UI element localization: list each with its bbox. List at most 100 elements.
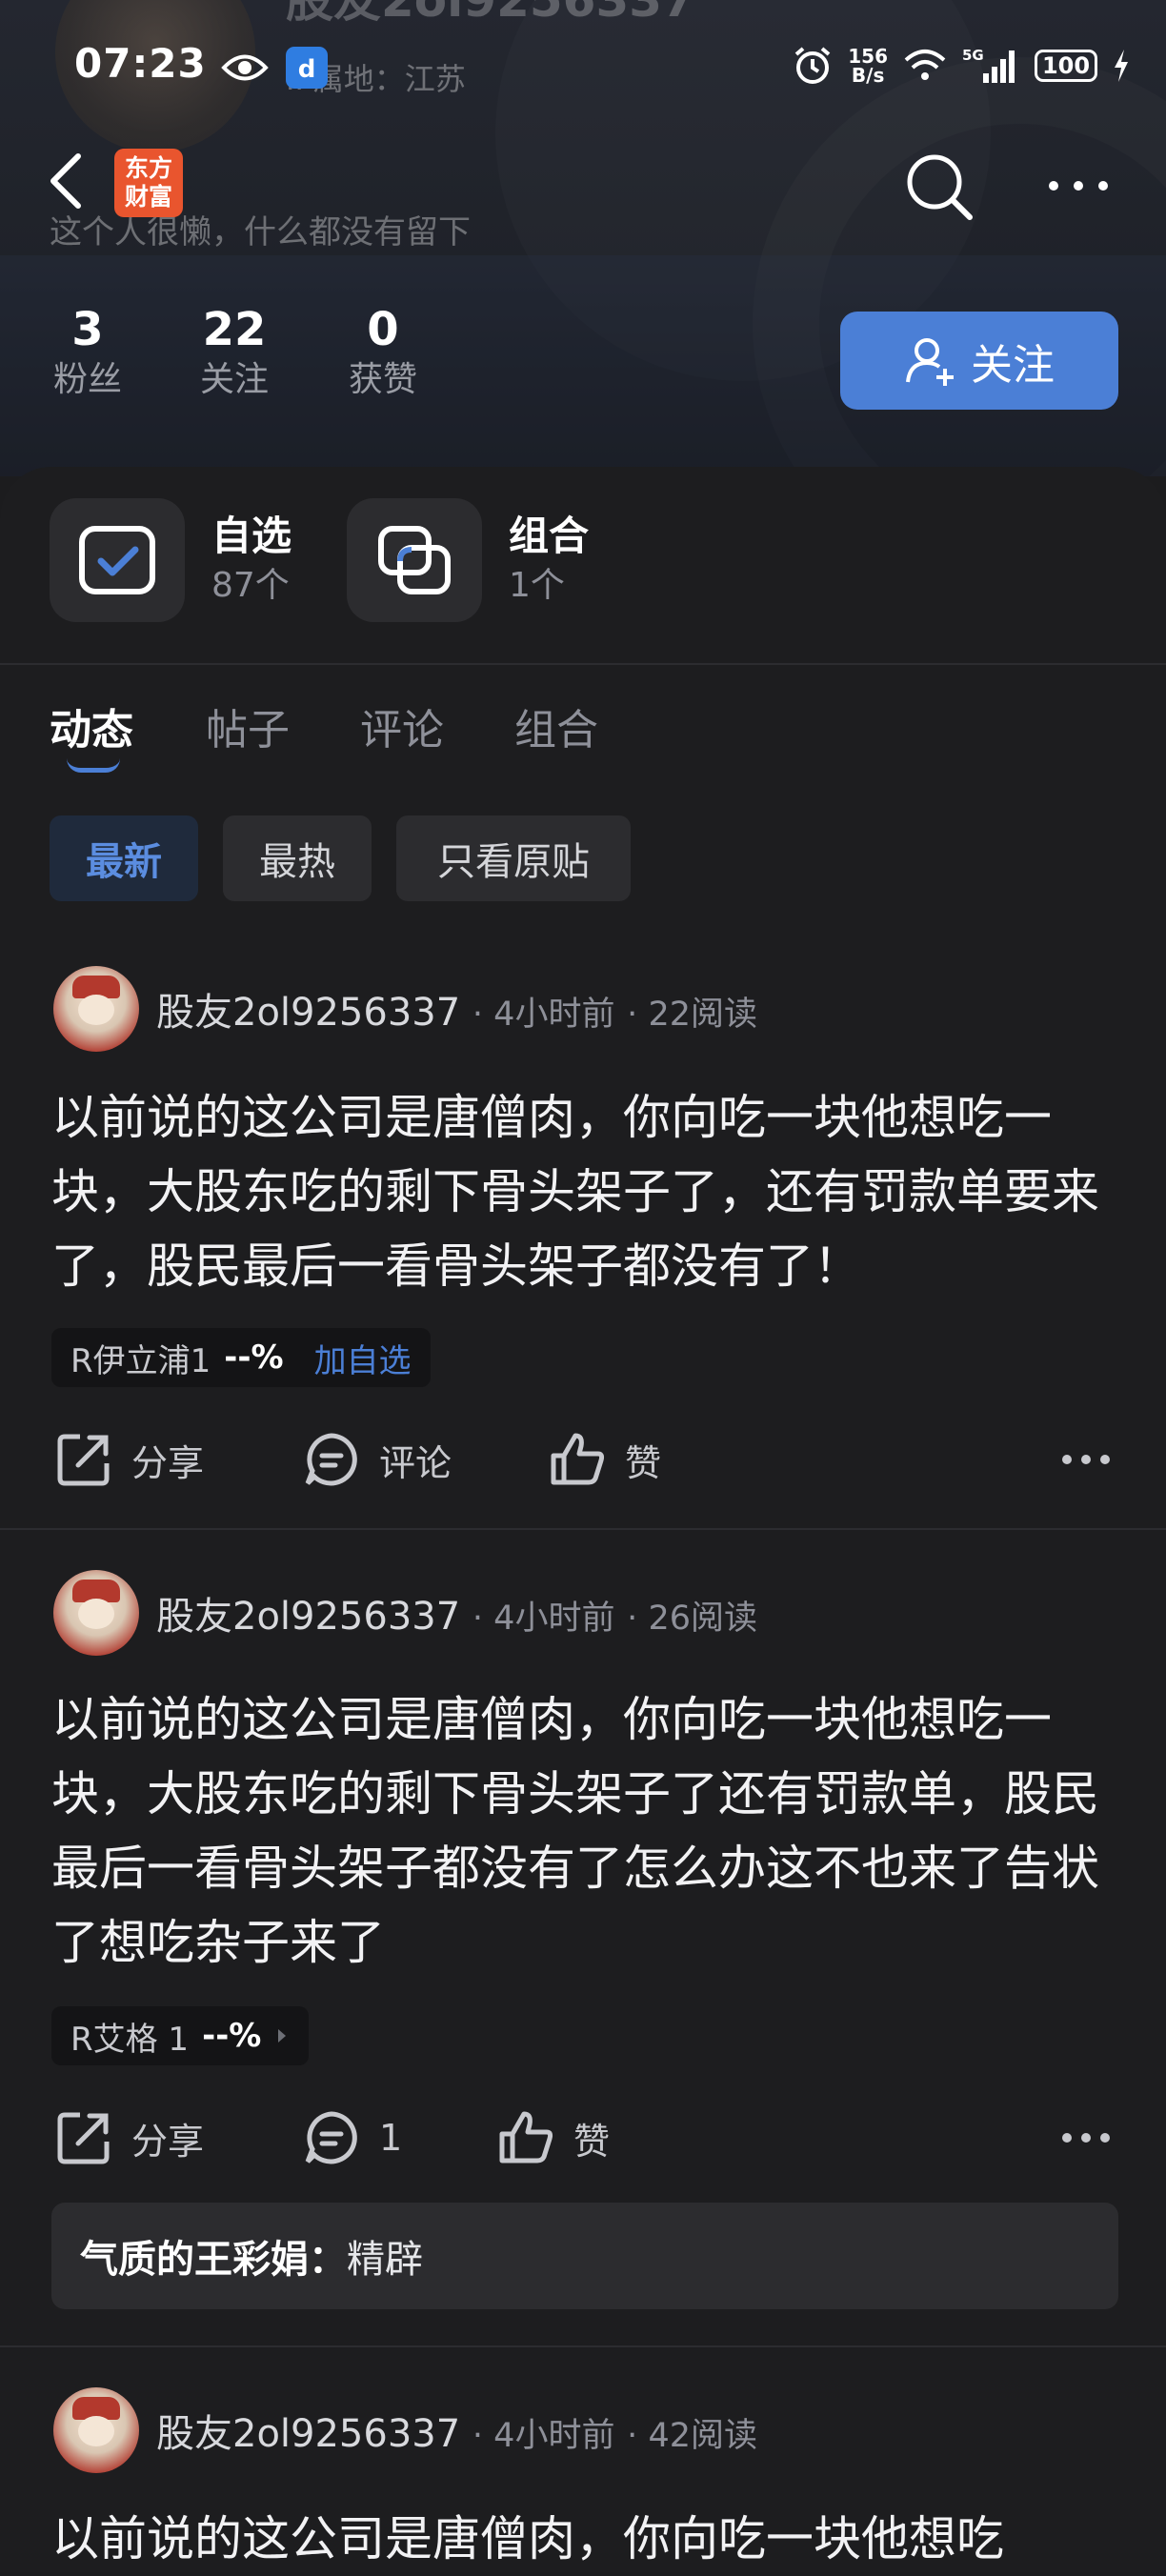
stat-following-label: 关注	[199, 360, 269, 399]
comment-author[interactable]: 气质的王彩娟：	[80, 2228, 347, 2284]
thumbs-up-icon	[499, 2111, 553, 2163]
share-button[interactable]: 分享	[55, 2109, 204, 2166]
post-author-avatar[interactable]	[53, 2387, 139, 2473]
follow-button-label: 关注	[971, 340, 1055, 390]
filter-original-only[interactable]: 只看原贴	[396, 815, 631, 901]
post-body[interactable]: 以前说的这公司是唐僧肉，你向吃一块他想吃一块，大股东吃的剩下骨头架子了还有罚款单…	[51, 1682, 1118, 1980]
comment-button[interactable]: 1	[303, 2109, 402, 2166]
stock-tag[interactable]: R艾格 1 --%	[51, 2006, 310, 2065]
stock-tag[interactable]: R伊立浦1 --% 加自选	[51, 1328, 431, 1387]
post-meta: 股友2ol9256337 · 4小时前 · 42阅读	[156, 2412, 757, 2456]
share-icon	[57, 2112, 110, 2164]
app-logo-line1: 东方	[124, 154, 172, 182]
more-options-icon[interactable]	[1061, 1450, 1111, 1469]
stat-fans-label: 粉丝	[52, 360, 122, 399]
cellular-signal-icon: 5G	[962, 47, 1015, 83]
portfolio-icon	[378, 526, 451, 594]
stock-change: --%	[224, 1338, 284, 1377]
post-time: 4小时前	[493, 2417, 615, 2455]
stat-fans[interactable]: 3 粉丝	[50, 301, 126, 402]
alarm-icon	[794, 47, 831, 84]
quick-portfolio[interactable]: 组合 1个	[347, 495, 589, 625]
post-author-avatar[interactable]	[53, 1570, 139, 1656]
post-author-name[interactable]: 股友2ol9256337	[156, 991, 460, 1035]
tab-comments[interactable]: 评论	[360, 695, 444, 756]
post-author-name[interactable]: 股友2ol9256337	[156, 1595, 460, 1639]
post-body[interactable]: 以前说的这公司是唐僧肉，你向吃一块他想吃	[51, 2502, 1118, 2576]
quick-watchlist[interactable]: 自选 87个	[50, 495, 292, 625]
stat-fans-value: 3	[71, 303, 104, 356]
comment-preview[interactable]: 气质的王彩娟： 精辟	[51, 2203, 1118, 2309]
net-speed-value: 156	[848, 45, 888, 68]
tab-active-indicator	[67, 758, 120, 773]
charging-icon	[1115, 50, 1128, 82]
watchlist-title: 自选	[211, 513, 292, 559]
chevron-right-icon	[278, 2029, 287, 2043]
network-type: 5G	[962, 47, 984, 64]
stat-following-value: 22	[202, 303, 267, 356]
post-time: 4小时前	[493, 1600, 615, 1638]
tab-activity[interactable]: 动态	[50, 695, 133, 756]
stock-change: --%	[202, 2017, 262, 2055]
post-reads: 42阅读	[648, 2417, 757, 2455]
app-logo-line2: 财富	[124, 183, 172, 211]
avatar-face	[78, 1599, 114, 1629]
like-button[interactable]: 赞	[497, 2109, 610, 2166]
post-time: 4小时前	[493, 996, 615, 1034]
tab-portfolio[interactable]: 组合	[514, 695, 598, 756]
filter-hottest[interactable]: 最热	[223, 815, 372, 901]
watchlist-count: 87个	[211, 566, 290, 605]
app-logo: 东方 财富	[114, 149, 183, 217]
post-author-avatar[interactable]	[53, 966, 139, 1052]
comment-button[interactable]: 评论	[303, 1431, 452, 1488]
filter-latest[interactable]: 最新	[50, 815, 198, 901]
portfolio-count: 1个	[509, 566, 565, 605]
stock-name: R伊立浦1	[70, 1341, 211, 1380]
eye-icon	[221, 54, 269, 81]
search-icon[interactable]	[903, 151, 975, 223]
comment-count: 1	[379, 2117, 403, 2159]
stat-likes-label: 获赞	[348, 360, 417, 399]
portfolio-title: 组合	[509, 513, 590, 559]
share-button[interactable]: 分享	[55, 1431, 204, 1488]
share-icon	[57, 1434, 110, 1486]
more-options-icon[interactable]	[1061, 2128, 1111, 2147]
post-meta: 股友2ol9256337 · 4小时前 · 22阅读	[156, 991, 757, 1035]
share-label: 分享	[131, 2120, 205, 2163]
wifi-icon	[904, 50, 946, 80]
add-user-icon	[906, 337, 954, 386]
share-label: 分享	[131, 1441, 205, 1484]
back-arrow-icon[interactable]	[44, 152, 91, 210]
divider	[0, 2345, 1166, 2347]
tab-posts[interactable]: 帖子	[206, 695, 290, 756]
profile-name: 股友2ol9256337	[286, 0, 695, 28]
more-options-icon[interactable]	[1042, 162, 1115, 210]
net-speed-unit: B/s	[851, 64, 885, 87]
comment-icon	[305, 1433, 357, 1486]
like-label: 赞	[625, 1441, 662, 1484]
add-watchlist-link[interactable]: 加自选	[314, 1335, 412, 1381]
battery-icon: 100	[1035, 50, 1097, 82]
profile-bio: 这个人很懒，什么都没有留下	[50, 213, 471, 252]
stat-following[interactable]: 22 关注	[196, 301, 272, 402]
profile-header: 股友2ol9256337 IP属地：江苏 这个人很懒，什么都没有留下 07:23…	[0, 0, 1166, 476]
svg-text:d: d	[298, 55, 316, 84]
net-speed: 156 B/s	[848, 47, 888, 85]
stock-name: R艾格 1	[70, 2020, 190, 2059]
status-right-icons: 156 B/s 5G 100	[793, 42, 1130, 90]
post-reads: 26阅读	[648, 1600, 757, 1638]
status-time: 07:23	[74, 40, 207, 87]
watchlist-icon-box	[50, 498, 185, 622]
post-reads: 22阅读	[648, 996, 757, 1034]
avatar-face	[78, 995, 114, 1025]
divider	[0, 663, 1166, 665]
like-button[interactable]: 赞	[549, 1431, 661, 1488]
post-meta: 股友2ol9256337 · 4小时前 · 26阅读	[156, 1595, 757, 1639]
stat-likes[interactable]: 0 获赞	[345, 301, 421, 402]
like-label: 赞	[573, 2120, 611, 2163]
post-body[interactable]: 以前说的这公司是唐僧肉，你向吃一块他想吃一块，大股东吃的剩下骨头架子了，还有罚款…	[51, 1080, 1118, 1303]
post-author-name[interactable]: 股友2ol9256337	[156, 2412, 460, 2456]
avatar-face	[78, 2416, 114, 2446]
app-notification-icon: d	[286, 47, 328, 89]
follow-button[interactable]: 关注	[840, 312, 1118, 410]
